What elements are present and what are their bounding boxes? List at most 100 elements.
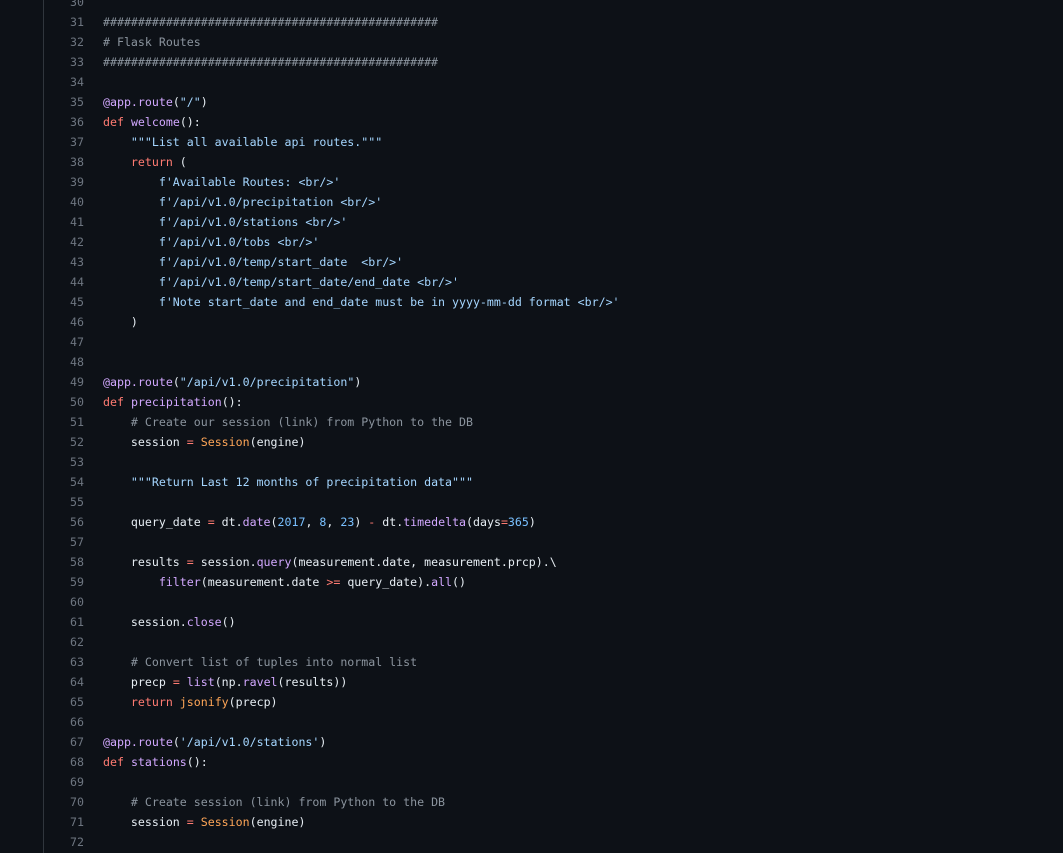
code-token: = [186, 435, 194, 449]
code-token: ########################################… [103, 15, 439, 29]
code-token: f'/api/v1.0/temp/start_date/end_date <br… [158, 275, 459, 289]
line-number[interactable]: 53 [44, 452, 84, 472]
code-text: f'/api/v1.0/stations <br/>' [103, 212, 347, 232]
line-number[interactable]: 43 [44, 252, 84, 272]
code-line: 42 f'/api/v1.0/tobs <br/>' [0, 232, 1063, 252]
line-number[interactable]: 30 [44, 0, 84, 12]
line-number[interactable]: 66 [44, 712, 84, 732]
code-token: def [103, 755, 124, 769]
code-text: """List all available api routes.""" [103, 132, 382, 152]
code-listing: 30 31 ####################################… [0, 0, 1063, 852]
line-number[interactable]: 47 [44, 332, 84, 352]
line-number[interactable]: 67 [44, 732, 84, 752]
code-token: """Return Last 12 months of precipitatio… [130, 475, 473, 489]
code-line: 30 [0, 0, 1063, 12]
line-number[interactable]: 38 [44, 152, 84, 172]
code-line: 32 # Flask Routes [0, 32, 1063, 52]
code-token: # Convert list of tuples into normal lis… [130, 655, 418, 669]
line-number[interactable]: 36 [44, 112, 84, 132]
line-number[interactable]: 52 [44, 432, 84, 452]
code-line: 56 query_date = dt.date(2017, 8, 23) - d… [0, 512, 1063, 532]
line-number[interactable]: 58 [44, 552, 84, 572]
code-text: precp = list(np.ravel(results)) [103, 672, 347, 692]
line-number[interactable]: 64 [44, 672, 84, 692]
code-line: 59 filter(measurement.date >= query_date… [0, 572, 1063, 592]
line-number[interactable]: 61 [44, 612, 84, 632]
code-line: 51 # Create our session (link) from Pyth… [0, 412, 1063, 432]
line-number[interactable]: 55 [44, 492, 84, 512]
line-number[interactable]: 31 [44, 12, 84, 32]
code-text: filter(measurement.date >= query_date).a… [103, 572, 466, 592]
line-number[interactable]: 42 [44, 232, 84, 252]
line-number[interactable]: 51 [44, 412, 84, 432]
code-line: 62 [0, 632, 1063, 652]
line-number[interactable]: 68 [44, 752, 84, 772]
code-line: 34 [0, 72, 1063, 92]
code-line: 45 f'Note start_date and end_date must b… [0, 292, 1063, 312]
line-number[interactable]: 46 [44, 312, 84, 332]
code-token: results [103, 555, 187, 569]
code-token: session. [103, 615, 187, 629]
line-number[interactable]: 44 [44, 272, 84, 292]
line-number[interactable]: 57 [44, 532, 84, 552]
line-number[interactable]: 69 [44, 772, 84, 792]
line-number[interactable]: 48 [44, 352, 84, 372]
line-number[interactable]: 32 [44, 32, 84, 52]
code-line: 47 [0, 332, 1063, 352]
code-text: # Flask Routes [103, 32, 201, 52]
code-token: 365 [507, 515, 529, 529]
line-number[interactable]: 72 [44, 832, 84, 852]
line-number[interactable]: 71 [44, 812, 84, 832]
code-text: ########################################… [103, 12, 438, 32]
code-line: 54 """Return Last 12 months of precipita… [0, 472, 1063, 492]
code-token: , [326, 515, 341, 529]
line-number[interactable]: 50 [44, 392, 84, 412]
code-text: @app.route("/") [103, 92, 208, 112]
line-number[interactable]: 65 [44, 692, 84, 712]
line-number[interactable]: 59 [44, 572, 84, 592]
line-number[interactable]: 70 [44, 792, 84, 812]
line-number[interactable]: 39 [44, 172, 84, 192]
code-line: 72 [0, 832, 1063, 852]
code-text: @app.route('/api/v1.0/stations') [103, 732, 326, 752]
code-token: filter [158, 575, 201, 589]
code-token: ) [354, 515, 369, 529]
code-token: # Create our session (link) from Python … [130, 415, 473, 429]
code-token: dt. [375, 515, 404, 529]
code-token: () [452, 575, 467, 589]
line-number[interactable]: 54 [44, 472, 84, 492]
code-token: (measurement.date, measurement.prcp).\ [291, 555, 557, 569]
line-number[interactable]: 41 [44, 212, 84, 232]
code-token: f'Available Routes: <br/>' [158, 175, 341, 189]
line-number[interactable]: 49 [44, 372, 84, 392]
code-token: list [186, 675, 215, 689]
code-token: 2017 [277, 515, 306, 529]
line-number[interactable]: 33 [44, 52, 84, 72]
code-token: all [431, 575, 453, 589]
line-number[interactable]: 62 [44, 632, 84, 652]
line-number[interactable]: 63 [44, 652, 84, 672]
code-token: (np. [214, 675, 243, 689]
code-text: session = Session(engine) [103, 812, 306, 832]
line-number[interactable]: 34 [44, 72, 84, 92]
code-token: (): [179, 115, 201, 129]
line-number[interactable]: 60 [44, 592, 84, 612]
line-number[interactable]: 37 [44, 132, 84, 152]
line-number[interactable]: 45 [44, 292, 84, 312]
code-line: 41 f'/api/v1.0/stations <br/>' [0, 212, 1063, 232]
code-token: (results)) [277, 675, 348, 689]
code-text: def welcome(): [103, 112, 201, 132]
code-token: def [103, 115, 124, 129]
line-number[interactable]: 56 [44, 512, 84, 532]
code-token: ########################################… [103, 55, 439, 69]
code-token: (days [466, 515, 501, 529]
code-token: return [130, 695, 173, 709]
code-token: ravel [242, 675, 278, 689]
line-number[interactable]: 40 [44, 192, 84, 212]
line-number[interactable]: 35 [44, 92, 84, 112]
code-line: 68 def stations(): [0, 752, 1063, 772]
